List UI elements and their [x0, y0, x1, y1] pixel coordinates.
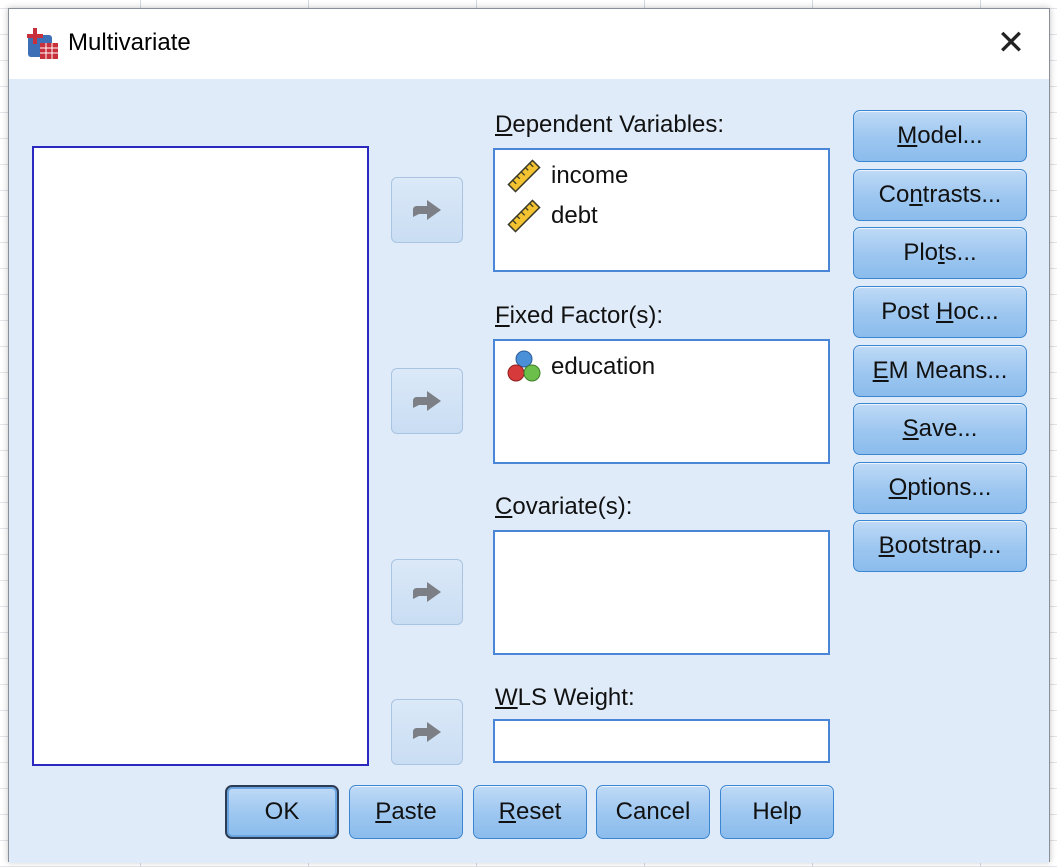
- title-bar: Multivariate ✕: [9, 9, 1049, 79]
- move-to-fixed-factor-button[interactable]: [391, 368, 463, 434]
- multivariate-dialog: Multivariate ✕ Dependent Variables: inco…: [8, 8, 1050, 863]
- move-to-dependent-button[interactable]: [391, 177, 463, 243]
- move-to-covariate-button[interactable]: [391, 559, 463, 625]
- spss-app-icon: [27, 28, 58, 59]
- dependent-variables-label: Dependent Variables:: [495, 111, 725, 138]
- list-item[interactable]: education: [495, 347, 828, 387]
- move-to-wls-weight-button[interactable]: [391, 699, 463, 765]
- wls-weight-field[interactable]: [493, 719, 830, 763]
- window-title: Multivariate: [68, 29, 191, 56]
- bootstrap-button[interactable]: Bootstrap...: [853, 520, 1027, 572]
- cancel-button[interactable]: Cancel: [596, 785, 710, 839]
- right-arrow-icon: [413, 391, 441, 411]
- help-button[interactable]: Help: [720, 785, 834, 839]
- list-item[interactable]: income: [495, 156, 828, 196]
- paste-button[interactable]: Paste: [349, 785, 463, 839]
- right-arrow-icon: [413, 582, 441, 602]
- reset-button[interactable]: Reset: [473, 785, 587, 839]
- close-icon: ✕: [996, 24, 1026, 62]
- options-button[interactable]: Options...: [853, 462, 1027, 514]
- ruler-scale-icon: [507, 159, 541, 193]
- post-hoc-button[interactable]: Post Hoc...: [853, 286, 1027, 338]
- wls-weight-label: WLS Weight:: [495, 684, 635, 711]
- plots-button[interactable]: Plo t s...: [853, 227, 1027, 279]
- fixed-factors-label: Fixed Factor(s):: [495, 302, 664, 329]
- ruler-scale-icon: [507, 199, 541, 233]
- em-means-button[interactable]: EM Means...: [853, 345, 1027, 397]
- right-arrow-icon: [413, 200, 441, 220]
- model-button[interactable]: Model...: [853, 110, 1027, 162]
- covariates-list[interactable]: [493, 530, 830, 655]
- contrasts-button[interactable]: Co n trasts...: [853, 169, 1027, 221]
- close-button[interactable]: ✕: [991, 23, 1031, 63]
- covariates-label: Covariate(s):: [495, 493, 633, 520]
- dialog-body: Dependent Variables: income debt Fixed F…: [9, 79, 1049, 863]
- list-item[interactable]: debt: [495, 196, 828, 236]
- ok-button[interactable]: OK: [225, 785, 339, 839]
- nominal-balls-icon: [507, 350, 541, 382]
- source-variable-list[interactable]: [32, 146, 369, 766]
- right-arrow-icon: [413, 722, 441, 742]
- save-button[interactable]: Save...: [853, 403, 1027, 455]
- dependent-variables-list[interactable]: income debt: [493, 148, 830, 272]
- fixed-factors-list[interactable]: education: [493, 339, 830, 464]
